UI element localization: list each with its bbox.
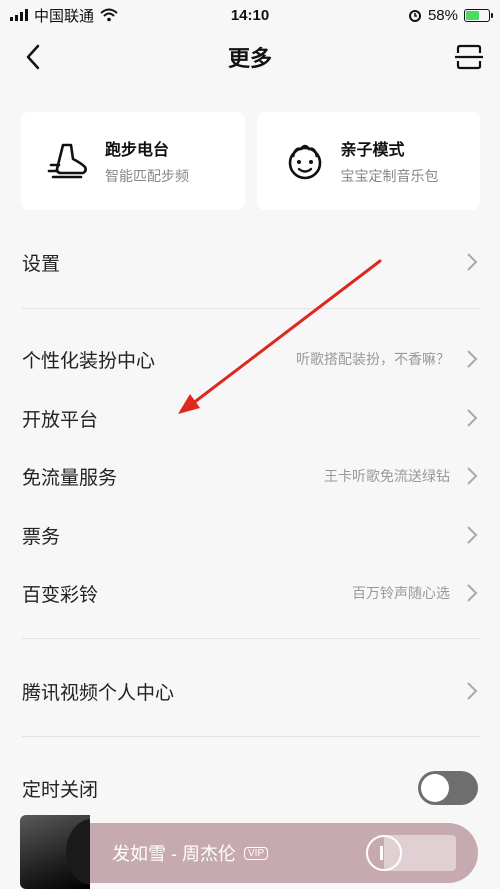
- menu-label: 免流量服务: [22, 467, 118, 489]
- chevron-left-icon: [26, 44, 40, 70]
- playlist-button[interactable]: [384, 835, 456, 871]
- divider: [22, 308, 480, 309]
- alarm-icon: [408, 10, 421, 22]
- menu-label: 设置: [22, 253, 61, 275]
- wifi-icon: [100, 8, 118, 22]
- menu-item-free-data[interactable]: 免流量服务 王卡听歌免流送绿钻: [0, 447, 500, 505]
- status-right: 58%: [408, 6, 493, 24]
- chevron-right-icon: [467, 467, 478, 485]
- status-bar: 中国联通 14:10 58%: [0, 0, 500, 30]
- menu-hint: 百万铃声随心选: [352, 585, 450, 601]
- chevron-right-icon: [467, 584, 478, 602]
- timer-off-toggle[interactable]: [418, 771, 478, 805]
- toggle-knob: [421, 774, 449, 802]
- divider: [22, 638, 480, 639]
- album-disc: [66, 819, 90, 885]
- menu-item-settings[interactable]: 设置: [0, 233, 500, 291]
- chevron-right-icon: [467, 409, 478, 427]
- song-info: 发如雪 - 周杰伦 VIP: [112, 840, 269, 866]
- scan-icon: [455, 44, 483, 70]
- card-subtitle: 智能匹配步频: [105, 168, 189, 184]
- battery-icon: [464, 8, 493, 22]
- page-title: 更多: [227, 46, 272, 71]
- menu-label: 腾讯视频个人中心: [22, 682, 175, 704]
- chevron-right-icon: [467, 253, 478, 271]
- menu-item-timer-off: 定时关闭: [0, 759, 500, 817]
- menu-label: 百变彩铃: [22, 584, 99, 606]
- album-cover[interactable]: [20, 815, 90, 889]
- running-radio-text: 跑步电台 智能匹配步频: [105, 136, 189, 186]
- menu-item-tickets[interactable]: 票务: [0, 506, 500, 564]
- running-radio-card[interactable]: 跑步电台 智能匹配步频: [21, 112, 245, 210]
- menu-item-tencent-video[interactable]: 腾讯视频个人中心: [0, 662, 500, 720]
- divider: [22, 736, 480, 737]
- scan-button[interactable]: [454, 42, 484, 72]
- menu-label: 个性化装扮中心: [22, 350, 156, 372]
- back-button[interactable]: [18, 42, 48, 72]
- menu-label: 票务: [22, 526, 61, 548]
- status-left: 中国联通: [10, 5, 118, 26]
- page-header: 更多: [0, 30, 500, 84]
- parent-child-mode-card[interactable]: 亲子模式 宝宝定制音乐包: [256, 112, 480, 210]
- mini-player[interactable]: 发如雪 - 周杰伦 VIP: [20, 815, 478, 889]
- running-shoe-icon: [47, 143, 87, 179]
- chevron-right-icon: [467, 682, 478, 700]
- card-title: 跑步电台: [105, 142, 170, 159]
- menu-label: 定时关闭: [22, 779, 99, 801]
- parent-child-text: 亲子模式 宝宝定制音乐包: [341, 136, 439, 186]
- menu-item-open-platform[interactable]: 开放平台: [0, 389, 500, 447]
- signal-icon: [10, 9, 28, 21]
- menu-label: 开放平台: [22, 409, 99, 431]
- chevron-right-icon: [467, 526, 478, 544]
- child-face-icon: [288, 144, 321, 180]
- chevron-right-icon: [467, 350, 478, 368]
- card-subtitle: 宝宝定制音乐包: [340, 168, 439, 184]
- battery-percent: 58%: [427, 6, 458, 24]
- carrier-label: 中国联通: [34, 7, 95, 25]
- menu-hint: 听歌搭配装扮，不香嘛？: [296, 351, 450, 367]
- menu-item-ringtone[interactable]: 百变彩铃 百万铃声随心选: [0, 564, 500, 622]
- vip-badge: VIP: [244, 846, 269, 860]
- menu-item-personalize[interactable]: 个性化装扮中心 听歌搭配装扮，不香嘛？: [0, 330, 500, 388]
- feature-cards: 跑步电台 智能匹配步频 亲子模式 宝宝定制音乐包: [21, 112, 480, 210]
- menu-hint: 王卡听歌免流送绿钻: [324, 468, 450, 484]
- card-title: 亲子模式: [340, 142, 405, 159]
- song-title: 发如雪 - 周杰伦: [112, 844, 236, 864]
